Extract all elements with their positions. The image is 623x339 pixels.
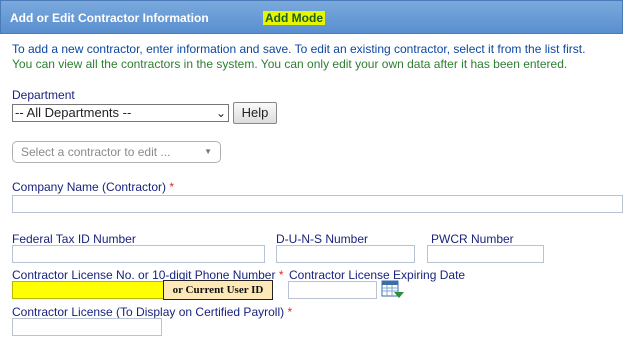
required-mark: * [278, 268, 284, 282]
duns-input[interactable] [276, 245, 415, 263]
company-name-input[interactable] [12, 195, 623, 213]
chevron-down-icon: ⌄ [215, 106, 226, 120]
federal-tax-id-input[interactable] [12, 245, 265, 263]
license-expiry-input[interactable] [288, 281, 377, 299]
calendar-icon[interactable] [381, 279, 405, 301]
license-no-input[interactable] [12, 281, 164, 299]
panel-title: Add or Edit Contractor Information [10, 11, 209, 25]
pwcr-label: PWCR Number [431, 232, 514, 246]
contractor-select-placeholder: Select a contractor to edit ... [21, 145, 171, 159]
pwcr-input[interactable] [427, 245, 544, 263]
contractor-select[interactable]: Select a contractor to edit ... ▼ [12, 141, 221, 163]
instruction-line-1: To add a new contractor, enter informati… [12, 42, 586, 56]
department-selected-value: -- All Departments -- [15, 105, 132, 120]
mode-badge: Add Mode [263, 11, 325, 25]
company-name-label-text: Company Name (Contractor) [12, 180, 167, 194]
license-display-label: Contractor License (To Display on Certif… [12, 305, 292, 319]
duns-label: D-U-N-S Number [276, 232, 369, 246]
company-name-label: Company Name (Contractor) * [12, 180, 174, 194]
help-button[interactable]: Help [233, 102, 277, 124]
chevron-down-icon: ▼ [204, 147, 212, 156]
panel-header: Add or Edit Contractor Information Add M… [0, 0, 623, 34]
license-display-input[interactable] [12, 318, 162, 336]
license-no-tooltip: or Current User ID [163, 280, 273, 300]
license-display-label-text: Contractor License (To Display on Certif… [12, 305, 285, 319]
required-mark: * [169, 180, 175, 194]
required-mark: * [287, 305, 293, 319]
license-expiry-label: Contractor License Expiring Date [289, 268, 466, 282]
instruction-line-2: You can view all the contractors in the … [12, 57, 568, 71]
department-select[interactable]: -- All Departments -- ⌄ [12, 104, 229, 122]
department-label: Department [12, 88, 75, 102]
federal-tax-id-label: Federal Tax ID Number [12, 232, 136, 246]
